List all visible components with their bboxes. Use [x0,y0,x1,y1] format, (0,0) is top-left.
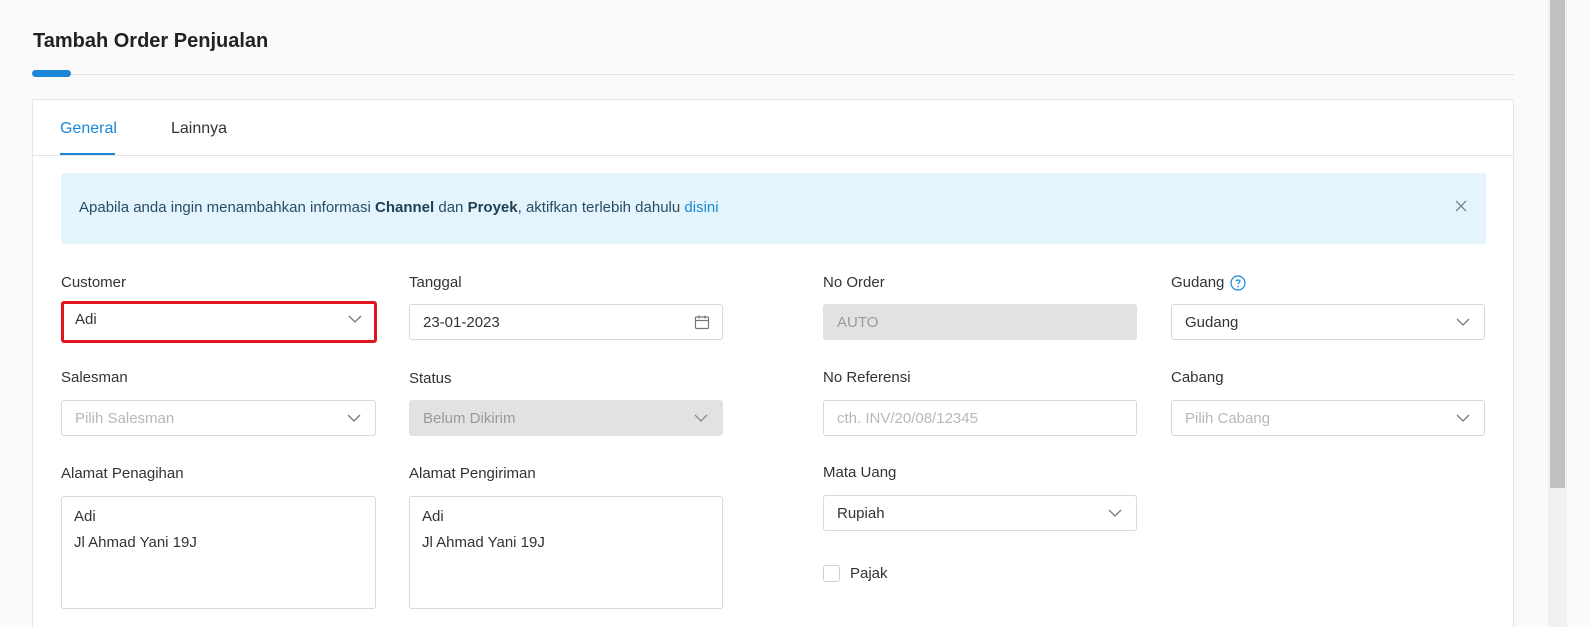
scrollbar-thumb[interactable] [1550,0,1565,488]
status-label: Status [409,370,452,387]
chevron-down-icon [694,414,708,422]
tanggal-label: Tanggal [409,274,462,291]
chevron-down-icon [348,315,362,323]
customer-value: Adi [75,311,97,328]
alert-text-part: Apabila anda ingin menambahkan informasi [79,199,376,216]
chevron-down-icon [347,414,361,422]
no-order-label: No Order [823,274,885,291]
alamat-penagihan-textarea[interactable]: Adi Jl Ahmad Yani 19J [61,496,376,609]
salesman-placeholder: Pilih Salesman [75,410,175,427]
no-referensi-label: No Referensi [823,369,911,386]
close-icon[interactable] [1454,199,1468,213]
active-tab-indicator [60,153,115,155]
gudang-select[interactable]: Gudang [1171,304,1485,340]
alert-strong-channel: Channel [375,199,435,216]
alamat-penagihan-line: Jl Ahmad Yani 19J [74,534,197,551]
alert-message: Apabila anda ingin menambahkan informasi… [79,199,719,216]
alert-link-disini[interactable]: disini [684,199,718,216]
alert-strong-proyek: Proyek [467,199,518,216]
no-order-input: AUTO [823,304,1137,340]
alamat-pengiriman-line: Adi [422,508,444,525]
title-accent-bar [32,70,71,77]
alert-text-part: , aktifkan terlebih dahulu [517,199,685,216]
mata-uang-select[interactable]: Rupiah [823,495,1137,531]
status-value: Belum Dikirim [423,410,516,427]
tab-general[interactable]: General [60,120,117,138]
gudang-value: Gudang [1185,314,1239,331]
cabang-label: Cabang [1171,369,1224,386]
alamat-pengiriman-line: Jl Ahmad Yani 19J [422,534,545,551]
alert-text-part: dan [434,199,468,216]
salesman-select[interactable]: Pilih Salesman [61,400,376,436]
chevron-down-icon [1108,509,1122,517]
alamat-penagihan-label: Alamat Penagihan [61,465,184,482]
title-divider [71,74,1514,75]
mata-uang-label: Mata Uang [823,464,897,481]
no-referensi-placeholder: cth. INV/20/08/12345 [837,410,978,427]
chevron-down-icon [1456,318,1470,326]
pajak-label: Pajak [850,565,888,582]
no-order-value: AUTO [837,314,879,331]
customer-select[interactable]: Adi [61,301,377,343]
status-select: Belum Dikirim [409,400,723,436]
cabang-placeholder: Pilih Cabang [1185,410,1271,427]
tanggal-input[interactable]: 23-01-2023 [409,304,723,340]
chevron-down-icon [1456,414,1470,422]
customer-label: Customer [61,274,127,291]
alamat-pengiriman-textarea[interactable]: Adi Jl Ahmad Yani 19J [409,496,723,609]
calendar-icon[interactable] [694,314,710,330]
tab-bar: General Lainnya [33,100,1513,156]
tanggal-value: 23-01-2023 [423,314,500,331]
mata-uang-value: Rupiah [837,505,885,522]
pajak-checkbox[interactable] [823,565,840,582]
cabang-select[interactable]: Pilih Cabang [1171,400,1485,436]
help-circle-icon[interactable] [1230,275,1246,291]
page-title: Tambah Order Penjualan [33,30,269,52]
salesman-label: Salesman [61,369,128,386]
no-referensi-input[interactable]: cth. INV/20/08/12345 [823,400,1137,436]
tab-lainnya[interactable]: Lainnya [171,120,227,138]
info-alert: Apabila anda ingin menambahkan informasi… [61,173,1486,244]
gudang-label: Gudang [1171,274,1225,291]
alamat-penagihan-line: Adi [74,508,96,525]
alamat-pengiriman-label: Alamat Pengiriman [409,465,536,482]
